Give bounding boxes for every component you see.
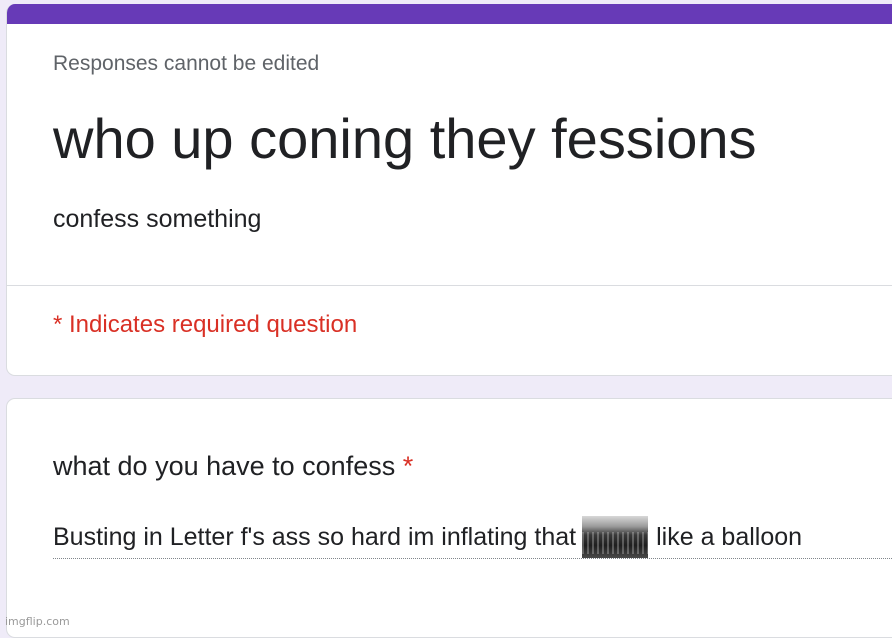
answer-text-before: Busting in Letter f's ass so hard im inf… [53,522,577,551]
question-card: what do you have to confess * Busting in… [6,398,892,638]
accent-bar [7,4,892,24]
required-asterisk: * [402,451,414,481]
divider [7,285,892,286]
form-header-card: Responses cannot be edited who up coning… [6,4,892,376]
question-label: what do you have to confess [53,451,396,481]
required-note: * Indicates required question [53,311,358,338]
edit-notice: Responses cannot be edited [53,52,320,75]
form-description: confess something [53,205,262,233]
answer-text-after: like a balloon [656,522,803,551]
inline-image [582,516,649,558]
question-title: what do you have to confess * [53,451,413,482]
watermark: imgflip.com [5,615,70,628]
form-title: who up coning they fessions [53,107,757,170]
answer-field[interactable]: Busting in Letter f's ass so hard im inf… [53,516,892,559]
